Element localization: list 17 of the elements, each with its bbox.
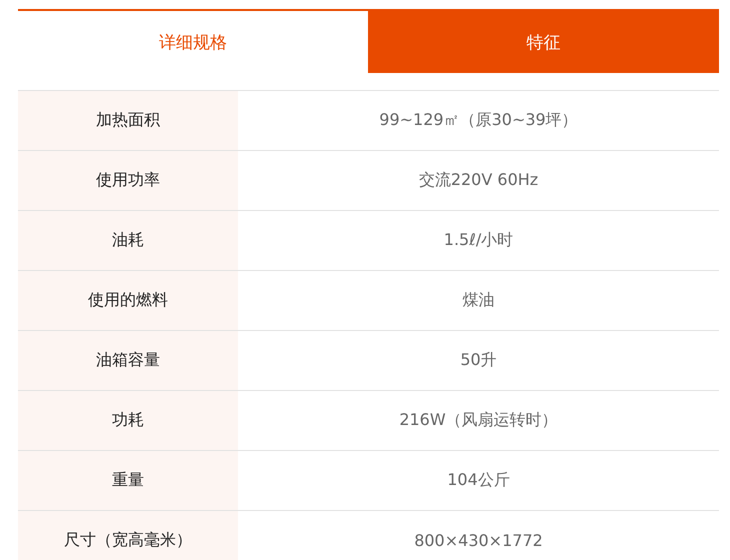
spec-value: 煤油	[462, 289, 496, 311]
spec-value: 800×430×1772	[413, 530, 544, 552]
tab[interactable]: 特征	[368, 9, 719, 73]
spec-label: 使用功率	[18, 151, 238, 210]
spec-label: 加热面积	[18, 91, 238, 150]
spec-label: 油箱容量	[18, 331, 238, 390]
spec-value: 1.5ℓ/小时	[442, 229, 514, 251]
spec-value: 99~129㎡（原30~39坪）	[378, 109, 579, 131]
spec-value: 216W（风扇运转时）	[398, 409, 559, 431]
spec-label: 尺寸（宽高毫米）	[18, 511, 238, 560]
spec-value: 50升	[459, 349, 498, 371]
spec-label: 重量	[18, 451, 238, 510]
spec-value: 104公斤	[446, 469, 511, 491]
spec-label: 使用的燃料	[18, 271, 238, 330]
spec-label: 功耗	[18, 391, 238, 450]
spec-value: 交流220V 60Hz	[418, 169, 540, 191]
spec-label: 油耗	[18, 211, 238, 270]
